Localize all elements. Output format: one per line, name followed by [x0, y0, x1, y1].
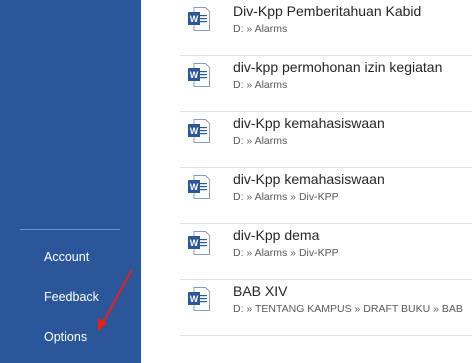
recent-file-item[interactable]: W div-Kpp dema D: » Alarms » Div-KPP [180, 224, 472, 280]
file-name: Div-Kpp Pemberitahuan Kabid [233, 3, 422, 19]
sidebar-item-label: Account [44, 250, 90, 264]
file-name: BAB XIV [233, 283, 288, 299]
word-document-icon: W [188, 231, 210, 255]
recent-file-item[interactable]: W div-Kpp kemahasiswaan D: » Alarms » Di… [180, 168, 472, 224]
word-backstage-view: Account Feedback Options W Div-Kpp Pembe… [0, 0, 472, 363]
file-path: D: » Alarms [233, 23, 288, 35]
file-path: D: » Alarms [233, 135, 288, 147]
svg-text:W: W [190, 126, 199, 136]
word-document-icon: W [188, 175, 210, 199]
file-path: D: » TENTANG KAMPUS » DRAFT BUKU » BAB [233, 303, 463, 315]
recent-file-item[interactable]: W div-kpp permohonan izin kegiatan D: » … [180, 56, 472, 112]
file-path: D: » Alarms » Div-KPP [233, 191, 339, 203]
word-document-icon: W [188, 7, 210, 31]
svg-text:W: W [190, 294, 199, 304]
word-document-icon: W [188, 119, 210, 143]
svg-text:W: W [190, 70, 199, 80]
recent-files-list: W Div-Kpp Pemberitahuan Kabid D: » Alarm… [180, 0, 472, 363]
sidebar-item-label: Options [44, 330, 88, 344]
file-name: div-Kpp dema [233, 227, 320, 243]
word-document-icon: W [188, 63, 210, 87]
sidebar-divider [20, 229, 120, 230]
file-name: div-Kpp kemahasiswaan [233, 115, 385, 131]
file-name: div-kpp permohonan izin kegiatan [233, 59, 443, 75]
svg-text:W: W [190, 14, 199, 24]
svg-text:W: W [190, 238, 199, 248]
file-name: div-Kpp kemahasiswaan [233, 171, 385, 187]
word-document-icon: W [188, 287, 210, 311]
annotation-arrow-icon [98, 270, 132, 331]
recent-file-item[interactable]: W Div-Kpp Pemberitahuan Kabid D: » Alarm… [180, 0, 472, 56]
recent-file-item[interactable]: W BAB XIV D: » TENTANG KAMPUS » DRAFT BU… [180, 280, 472, 336]
file-path: D: » Alarms » Div-KPP [233, 247, 339, 259]
file-path: D: » Alarms [233, 79, 288, 91]
svg-text:W: W [190, 182, 199, 192]
recent-file-item[interactable]: W div-Kpp kemahasiswaan D: » Alarms [180, 112, 472, 168]
